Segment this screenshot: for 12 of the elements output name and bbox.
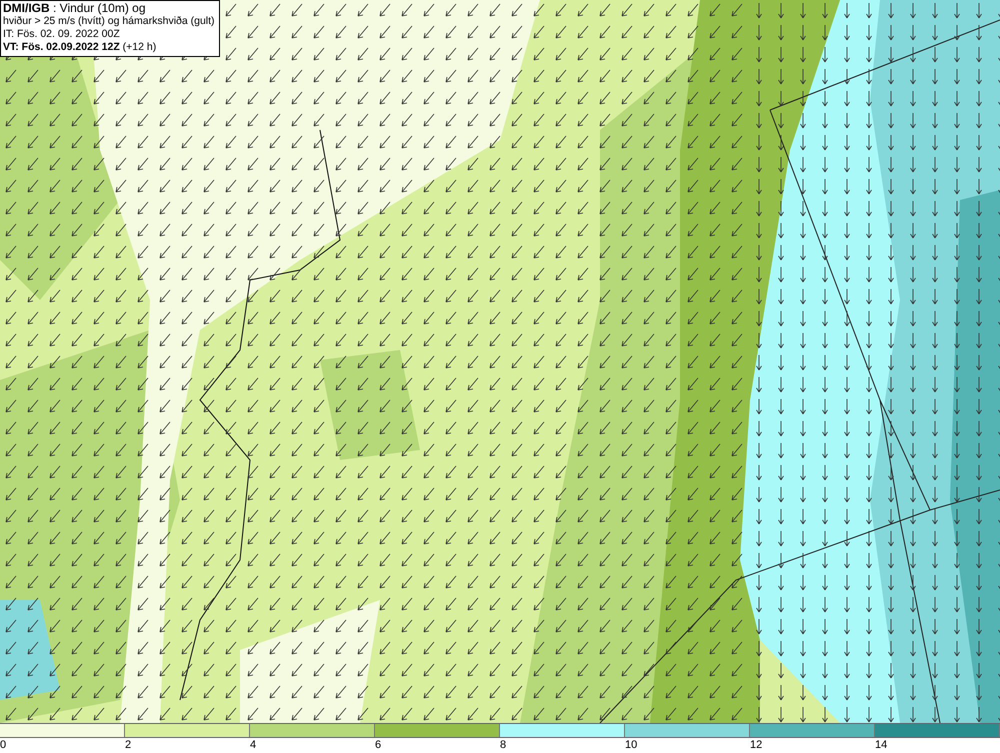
tick-label: 4 (250, 739, 256, 751)
tick-label: 14 (875, 739, 888, 751)
tick-label: 8 (500, 739, 506, 751)
legend-text: VT: Fös. 02.09.2022 12Z (+12 h) (3, 41, 158, 54)
legend-text: DMI/IGB : Vindur (10m) og (3, 2, 146, 15)
tick-label: 12 (750, 739, 762, 751)
tick-label: 6 (375, 739, 382, 751)
legend-text: IT: Fös. 02. 09. 2022 00Z (3, 28, 121, 41)
tick-label: 0 (0, 739, 6, 751)
legend-text: hviður > 25 m/s (hvítt) og hámarkshviða (gult) (3, 15, 215, 28)
tick-label: 10 (625, 739, 638, 751)
tick-label: 2 (125, 739, 132, 751)
